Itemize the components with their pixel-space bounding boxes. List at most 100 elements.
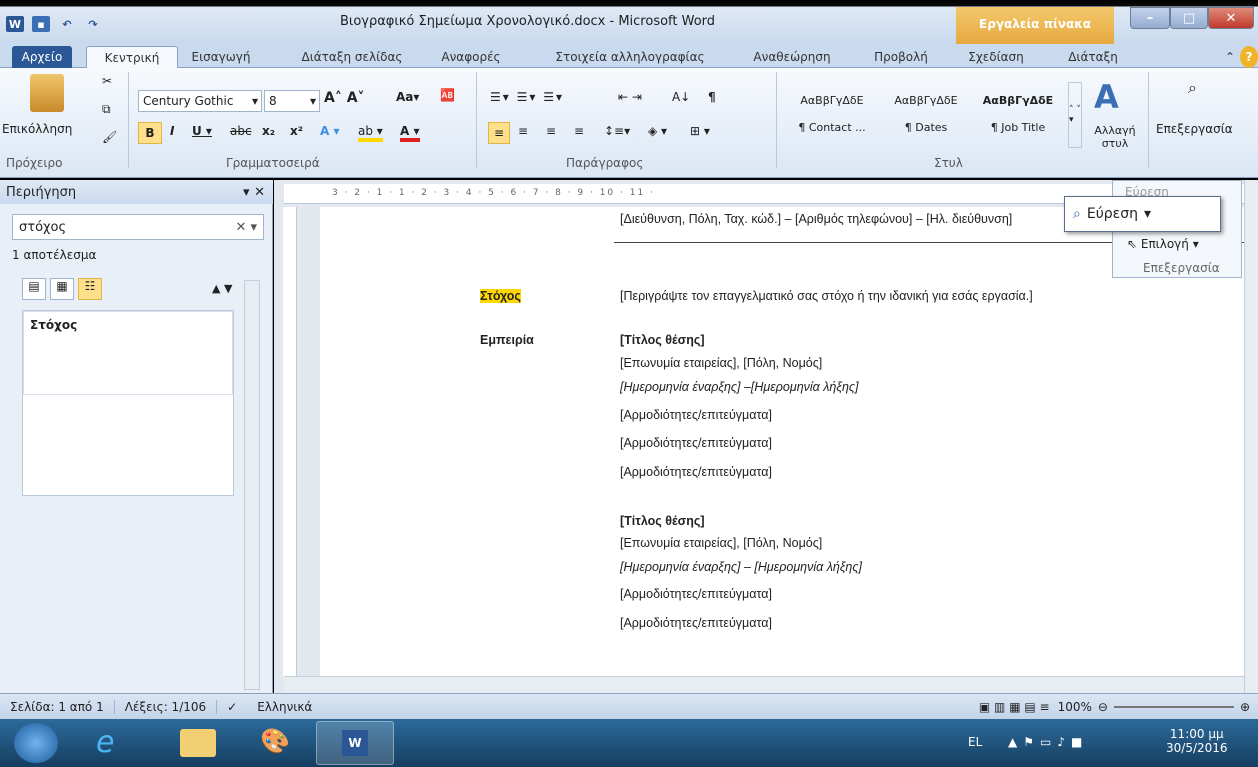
sort-icon[interactable]: A↓ xyxy=(672,90,690,104)
view-buttons[interactable]: ▣ ▥ ▦ ▤ ≡ xyxy=(979,700,1058,714)
clear-formatting-icon[interactable]: 🆎 xyxy=(440,88,455,102)
strikethrough-button[interactable]: abc xyxy=(230,124,252,138)
job2-title[interactable]: [Τίτλος θέσης] xyxy=(620,514,705,528)
tray-icons[interactable]: ▲⚑▭♪■ xyxy=(1008,735,1088,749)
style-contact[interactable]: ΑαΒβΓγΔδΕ ¶ Contact ... xyxy=(784,88,880,144)
style-dates[interactable]: ΑαΒβΓγΔδΕ ¶ Dates xyxy=(878,88,974,144)
language[interactable]: Ελληνικά xyxy=(247,700,322,714)
input-language[interactable]: EL xyxy=(968,735,982,749)
undo-icon[interactable]: ↶ xyxy=(58,16,76,32)
align-center-icon[interactable]: ≡ xyxy=(518,124,528,138)
tab-insert[interactable]: Εισαγωγή xyxy=(186,46,256,68)
superscript-button[interactable]: x² xyxy=(290,124,303,138)
internet-explorer-icon[interactable]: e xyxy=(96,725,114,760)
paste-button[interactable]: Επικόλληση xyxy=(2,122,72,136)
tab-review[interactable]: Αναθεώρηση xyxy=(744,46,840,68)
clock[interactable]: 11:00 μμ 30/5/2016 xyxy=(1166,727,1228,755)
job2-company[interactable]: [Επωνυμία εταιρείας], [Πόλη, Νομός] xyxy=(620,536,822,550)
explorer-icon[interactable] xyxy=(180,729,216,757)
binoculars-icon[interactable]: ⌕ xyxy=(1188,78,1197,98)
job2-dates[interactable]: [Ημερομηνία έναρξης] – [Ημερομηνία λήξης… xyxy=(620,560,862,574)
paste-icon[interactable] xyxy=(30,74,64,112)
ribbon-minimize-icon[interactable]: ⌃ xyxy=(1222,46,1238,68)
paint-icon[interactable]: 🎨 xyxy=(260,727,290,755)
bullets-icon[interactable]: ☰▾ ☰▾ ☰▾ xyxy=(490,90,564,104)
minimize-button[interactable]: – xyxy=(1130,7,1170,29)
prev-next-result-icon[interactable]: ▲ ▼ xyxy=(212,282,232,295)
job1-duty[interactable]: [Αρμοδιότητες/επιτεύγματα] xyxy=(620,465,772,479)
zoom-in-icon[interactable]: ⊕ xyxy=(1240,700,1258,714)
line-spacing-icon[interactable]: ↕≡▾ xyxy=(604,124,630,138)
experience-label[interactable]: Εμπειρία xyxy=(480,333,534,347)
underline-button[interactable]: U ▾ xyxy=(192,124,212,138)
redo-icon[interactable]: ↷ xyxy=(84,16,102,32)
objective-text[interactable]: [Περιγράψτε τον επαγγελματικό σας στόχο … xyxy=(620,289,1033,303)
vertical-ruler[interactable] xyxy=(283,207,297,677)
tab-view[interactable]: Προβολή xyxy=(864,46,938,68)
styles-scroll[interactable]: ˄ ˅ ▾ xyxy=(1068,82,1082,148)
clear-search-icon[interactable]: ✕ ▾ xyxy=(235,220,263,235)
select-button[interactable]: ⇖ Επιλογή ▾ xyxy=(1127,237,1199,251)
close-button[interactable]: ✕ xyxy=(1208,7,1254,29)
job1-dates[interactable]: [Ημερομηνία έναρξης] –[Ημερομηνία λήξης] xyxy=(620,380,858,394)
nav-close-icon[interactable]: ▾ ✕ xyxy=(243,185,273,200)
tab-design[interactable]: Σχεδίαση xyxy=(960,46,1032,68)
vertical-scrollbar[interactable] xyxy=(1244,180,1258,693)
headings-view-icon[interactable]: ▤ xyxy=(22,278,46,300)
nav-search-input[interactable]: στόχος ✕ ▾ xyxy=(12,214,264,240)
results-view-icon[interactable]: ☷ xyxy=(78,278,102,300)
job2-duty[interactable]: [Αρμοδιότητες/επιτεύγματα] xyxy=(620,616,772,630)
tab-page-layout[interactable]: Διάταξη σελίδας xyxy=(296,46,408,68)
zoom-out-icon[interactable]: ⊖ xyxy=(1098,700,1114,714)
zoom-level[interactable]: 100% xyxy=(1058,700,1098,714)
help-icon[interactable]: ? xyxy=(1240,46,1258,68)
start-button[interactable] xyxy=(14,723,58,763)
job1-company[interactable]: [Επωνυμία εταιρείας], [Πόλη, Νομός] xyxy=(620,356,822,370)
tab-layout[interactable]: Διάταξη xyxy=(1060,46,1126,68)
font-size-combo[interactable]: 8 ▾ xyxy=(264,90,320,112)
tab-references[interactable]: Αναφορές xyxy=(436,46,506,68)
proofing-icon[interactable]: ✓ xyxy=(216,699,247,714)
align-left-button[interactable]: ≡ xyxy=(488,122,510,144)
justify-icon[interactable]: ≡ xyxy=(574,124,584,138)
subscript-button[interactable]: x₂ xyxy=(262,124,275,138)
font-color-icon[interactable]: A ▾ xyxy=(400,124,420,142)
font-name-combo[interactable]: Century Gothic ▾ xyxy=(138,90,262,112)
change-styles-button[interactable]: Αλλαγή στυλ xyxy=(1090,124,1140,150)
tab-file[interactable]: Αρχείο xyxy=(12,46,72,68)
shading-icon[interactable]: ◈ ▾ xyxy=(648,124,667,138)
borders-icon[interactable]: ⊞ ▾ xyxy=(690,124,710,138)
job1-duty[interactable]: [Αρμοδιότητες/επιτεύγματα] xyxy=(620,436,772,450)
word-taskbar-button[interactable]: W xyxy=(316,721,394,765)
search-result-item[interactable]: Στόχος xyxy=(23,311,233,395)
style-job-title[interactable]: ΑαΒβΓγΔδΕ ¶ Job Title xyxy=(970,88,1066,144)
show-marks-icon[interactable]: ¶ xyxy=(708,90,716,104)
word-app-icon[interactable]: W xyxy=(6,16,24,32)
find-button[interactable]: ⌕ Εύρεση ▾ xyxy=(1064,196,1221,232)
format-painter-icon[interactable]: 🖌 xyxy=(102,130,117,144)
objective-label[interactable]: Στόχος xyxy=(480,289,521,303)
zoom-slider[interactable] xyxy=(1113,705,1234,708)
nav-scrollbar[interactable] xyxy=(244,280,260,690)
maximize-button[interactable]: □ xyxy=(1170,7,1208,29)
tab-home[interactable]: Κεντρική xyxy=(86,46,178,68)
copy-icon[interactable]: ⧉ xyxy=(102,102,111,117)
save-icon[interactable]: ▪ xyxy=(32,16,50,32)
job1-title[interactable]: [Τίτλος θέσης] xyxy=(620,333,705,347)
pages-view-icon[interactable]: ▦ xyxy=(50,278,74,300)
bold-button[interactable]: B xyxy=(138,122,162,144)
align-right-icon[interactable]: ≡ xyxy=(546,124,556,138)
horizontal-scrollbar[interactable] xyxy=(284,676,1244,693)
tab-mailings[interactable]: Στοιχεία αλληλογραφίας xyxy=(542,46,718,68)
text-effects-icon[interactable]: A ▾ xyxy=(320,124,340,138)
contact-line[interactable]: [Διεύθυνση, Πόλη, Ταχ. κώδ.] – [Αριθμός … xyxy=(620,212,1012,226)
page-count[interactable]: Σελίδα: 1 από 1 xyxy=(0,700,114,714)
job1-duty[interactable]: [Αρμοδιότητες/επιτεύγματα] xyxy=(620,408,772,422)
italic-button[interactable]: I xyxy=(170,124,174,138)
change-case-icon[interactable]: Aa▾ xyxy=(396,90,419,104)
editing-button[interactable]: Επεξεργασία xyxy=(1156,122,1233,136)
job2-duty[interactable]: [Αρμοδιότητες/επιτεύγματα] xyxy=(620,587,772,601)
cut-icon[interactable]: ✂ xyxy=(102,74,112,88)
indent-icon[interactable]: ⇤ ⇥ xyxy=(618,90,642,104)
grow-font-icon[interactable]: A˄ A˅ xyxy=(324,90,365,106)
